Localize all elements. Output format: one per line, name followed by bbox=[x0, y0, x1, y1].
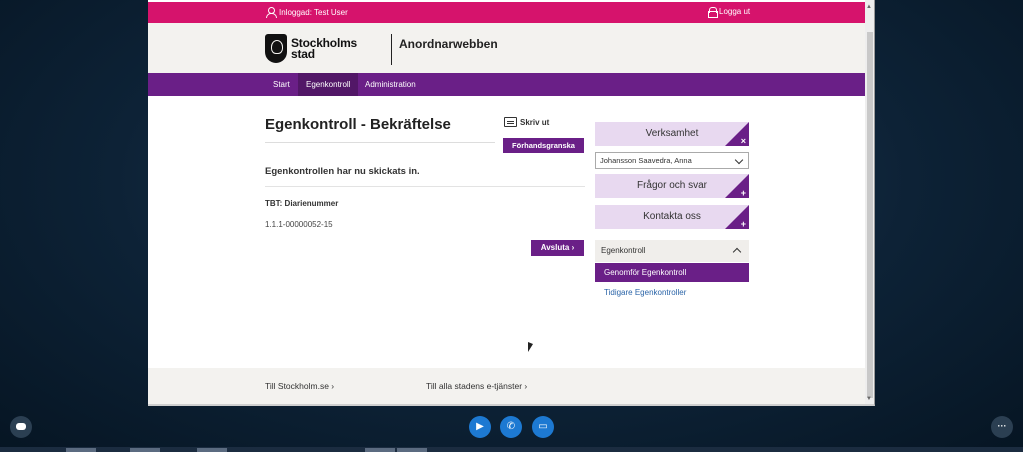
site-header: Stockholms stad Anordnarwebben bbox=[148, 23, 865, 73]
fragor-label: Frågor och svar bbox=[636, 180, 708, 191]
crest-icon bbox=[265, 34, 287, 63]
logged-in-user: Inloggad: Test User bbox=[266, 7, 348, 18]
browser-window: Inloggad: Test User Logga ut Stockholms … bbox=[148, 0, 875, 406]
tbt-value: 1.1.1-00000052-15 bbox=[265, 220, 333, 229]
plus-icon: + bbox=[740, 188, 746, 198]
nav-item-administration[interactable]: Administration bbox=[357, 73, 424, 96]
nav-item-start[interactable]: Start bbox=[265, 73, 298, 96]
logo-line2: stad bbox=[291, 46, 315, 61]
site-footer: Till Stockholm.se › Till alla stadens e-… bbox=[148, 368, 865, 404]
scroll-down-icon[interactable]: ▼ bbox=[866, 396, 872, 402]
verksamhet-panel[interactable]: Verksamhet × bbox=[595, 122, 749, 146]
logo-text: Stockholms stad bbox=[291, 37, 357, 61]
divider bbox=[265, 142, 495, 143]
user-icon bbox=[266, 7, 277, 18]
chevron-up-icon bbox=[732, 247, 742, 257]
phone-call-icon[interactable]: ✆ bbox=[500, 416, 522, 438]
stockholm-logo[interactable]: Stockholms stad bbox=[265, 34, 357, 63]
tbt-label: TBT: Diarienummer bbox=[265, 199, 339, 208]
taskbar-item[interactable] bbox=[66, 448, 96, 452]
taskbar-item[interactable] bbox=[365, 448, 395, 452]
logout-link[interactable]: Logga ut bbox=[708, 7, 751, 18]
footer-link-etjanster[interactable]: Till alla stadens e-tjänster › bbox=[426, 381, 527, 391]
accordion-item-genomfor[interactable]: Genomför Egenkontroll bbox=[595, 263, 749, 282]
header-divider bbox=[391, 34, 392, 65]
print-label: Skriv ut bbox=[520, 117, 550, 127]
submitted-message: Egenkontrollen har nu skickats in. bbox=[265, 166, 420, 177]
main-content: Egenkontroll - Bekräftelse Skriv ut Förh… bbox=[148, 96, 865, 368]
close-icon[interactable]: × bbox=[741, 136, 746, 146]
top-bar: Inloggad: Test User Logga ut bbox=[148, 2, 865, 23]
plus-icon: + bbox=[740, 219, 746, 229]
print-link[interactable]: Skriv ut bbox=[504, 117, 549, 127]
taskbar-item[interactable] bbox=[397, 448, 427, 452]
lock-icon bbox=[708, 7, 718, 18]
video-call-icon[interactable]: ▶ bbox=[469, 416, 491, 438]
accordion-header-egenkontroll[interactable]: Egenkontroll bbox=[595, 240, 749, 262]
vertical-scrollbar[interactable]: ▲ ▼ bbox=[865, 0, 874, 404]
close-button[interactable]: Avsluta › bbox=[531, 240, 584, 256]
chevron-down-icon bbox=[734, 155, 744, 165]
scroll-up-icon[interactable]: ▲ bbox=[866, 4, 872, 10]
nav-item-egenkontroll[interactable]: Egenkontroll bbox=[298, 73, 359, 96]
taskbar-item[interactable] bbox=[197, 448, 227, 452]
kontakt-panel[interactable]: Kontakta oss + bbox=[595, 205, 749, 229]
app-title: Anordnarwebben bbox=[399, 37, 498, 51]
kontakt-label: Kontakta oss bbox=[643, 211, 701, 222]
scrollbar-thumb[interactable] bbox=[867, 32, 873, 398]
mouse-cursor-icon bbox=[528, 342, 533, 352]
chat-icon[interactable] bbox=[10, 416, 32, 438]
taskbar-item[interactable] bbox=[130, 448, 160, 452]
logout-label: Logga ut bbox=[719, 7, 751, 16]
accordion-item-tidigare[interactable]: Tidigare Egenkontroller bbox=[604, 288, 686, 297]
taskbar bbox=[0, 447, 1023, 452]
accordion-title: Egenkontroll bbox=[601, 246, 646, 255]
user-label: Inloggad: Test User bbox=[279, 7, 348, 17]
screen-share-icon[interactable]: ▭ bbox=[532, 416, 554, 438]
preview-button[interactable]: Förhandsgranska bbox=[503, 138, 584, 153]
divider bbox=[265, 186, 585, 187]
main-nav: Start Egenkontroll Administration bbox=[148, 73, 865, 96]
verksamhet-label: Verksamhet bbox=[645, 128, 699, 139]
selected-person: Johansson Saavedra, Anna bbox=[600, 156, 692, 165]
fragor-panel[interactable]: Frågor och svar + bbox=[595, 174, 749, 198]
footer-link-stockholm[interactable]: Till Stockholm.se › bbox=[265, 381, 334, 391]
person-select[interactable]: Johansson Saavedra, Anna bbox=[595, 152, 749, 169]
more-options-icon[interactable]: ··· bbox=[991, 416, 1013, 438]
printer-icon bbox=[504, 117, 517, 127]
page-title: Egenkontroll - Bekräftelse bbox=[265, 116, 451, 133]
